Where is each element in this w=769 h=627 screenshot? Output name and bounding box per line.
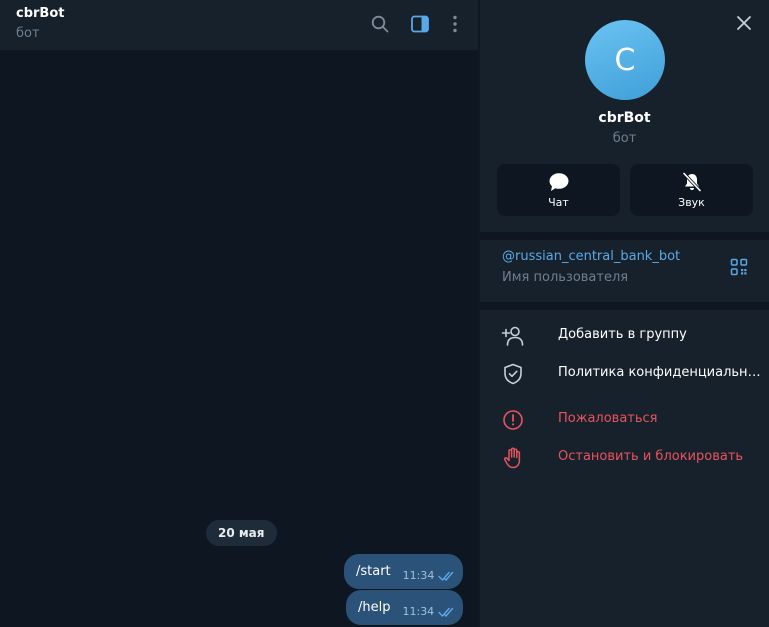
message-time: 11:34 [402, 605, 435, 618]
alert-circle-icon [501, 408, 525, 432]
search-button[interactable] [368, 12, 392, 36]
action-label: Чат [548, 195, 569, 209]
toggle-sidebar-button[interactable] [408, 12, 432, 36]
menu-item-label: Добавить в группу [558, 327, 687, 342]
dots-vertical-icon [453, 15, 457, 33]
qr-code-icon [730, 258, 748, 276]
menu-item-label: Остановить и блокировать [558, 449, 744, 464]
profile-name: cbrBot [598, 110, 651, 126]
profile-subtitle: бот [612, 131, 637, 146]
message-meta: 11:34 [402, 605, 458, 618]
action-label: Звук [678, 195, 705, 209]
search-icon [371, 15, 389, 33]
privacy-policy-item[interactable]: Политика конфиденциальности [480, 355, 769, 393]
bell-muted-icon [682, 171, 701, 192]
chat-title[interactable]: cbrBot [16, 6, 64, 21]
qr-code-button[interactable] [730, 258, 748, 276]
message-text: /help [358, 600, 391, 615]
menu-item-label: Пожаловаться [558, 411, 658, 426]
date-separator: 20 мая [206, 520, 277, 546]
avatar[interactable]: C [585, 20, 665, 100]
profile-pane: C cbrBot бот Чат Звук @russian_central_b… [480, 0, 769, 627]
chat-header: cbrBot бот [0, 0, 478, 51]
chat-action-button[interactable]: Чат [497, 164, 620, 216]
message-text: /start [356, 564, 391, 579]
close-profile-button[interactable] [733, 12, 755, 34]
double-check-icon [438, 570, 458, 582]
more-menu-button[interactable] [443, 12, 467, 36]
sound-action-button[interactable]: Звук [630, 164, 753, 216]
hand-stop-icon [501, 446, 525, 470]
username-link[interactable]: @russian_central_bank_bot [502, 249, 680, 264]
add-to-group-item[interactable]: Добавить в группу [480, 317, 769, 355]
username-label: Имя пользователя [502, 270, 629, 285]
report-item[interactable]: Пожаловаться [480, 401, 769, 439]
message-bubble[interactable]: /help 11:34 [346, 590, 463, 625]
close-icon [737, 16, 751, 30]
stop-and-block-item[interactable]: Остановить и блокировать [480, 439, 769, 477]
section-divider [480, 232, 769, 240]
message-meta: 11:34 [403, 569, 459, 582]
double-check-icon [438, 606, 458, 618]
add-user-icon [501, 324, 525, 348]
shield-check-icon [501, 362, 525, 386]
chat-bubble-icon [549, 172, 568, 191]
menu-item-label: Политика конфиденциальности [558, 365, 761, 380]
message-time: 11:34 [402, 569, 435, 582]
chat-subtitle: бот [16, 26, 40, 41]
section-divider [480, 302, 769, 310]
chat-pane: cbrBot бот 20 мая /start 11:34 /help 11:… [0, 0, 478, 627]
message-bubble[interactable]: /start 11:34 [344, 554, 463, 589]
sidebar-panel-icon [411, 15, 429, 33]
